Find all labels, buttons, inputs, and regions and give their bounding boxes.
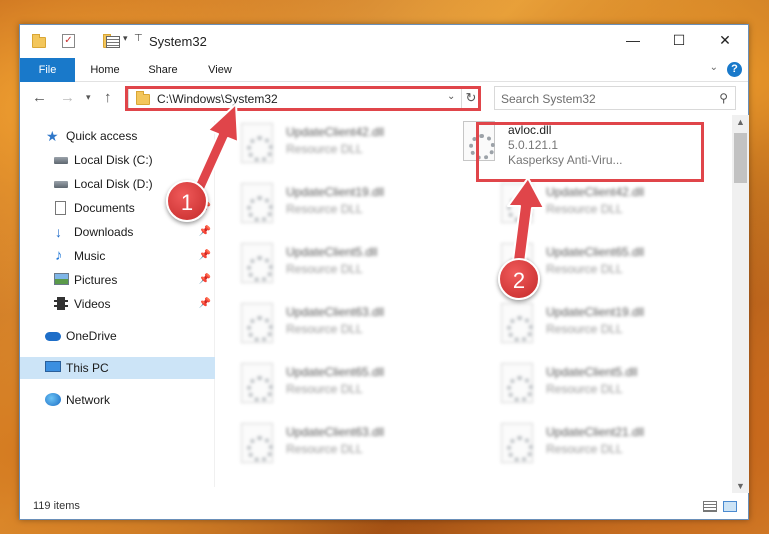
- annotation-arrows: [189, 103, 545, 271]
- step-2-badge: 2: [498, 258, 540, 300]
- arrow-2-icon: [507, 177, 545, 271]
- step-1-badge: 1: [166, 180, 208, 222]
